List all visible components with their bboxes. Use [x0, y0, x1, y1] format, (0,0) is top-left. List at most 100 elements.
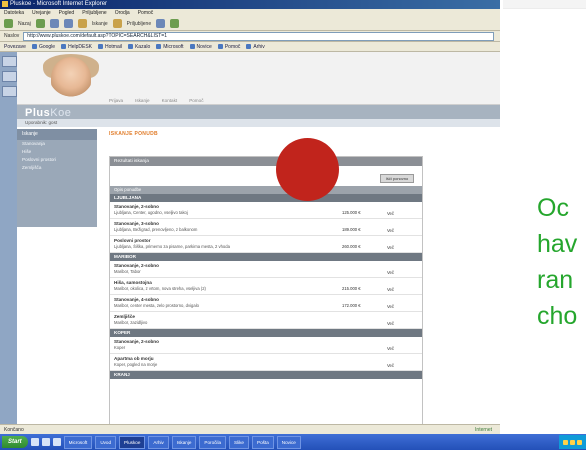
menu-favorites[interactable]: Priljubljene: [82, 9, 106, 17]
panel-title: Rezultati iskanja: [110, 157, 422, 166]
result-title: Stanovanje, 4-sobno: [114, 297, 159, 302]
link-item[interactable]: Microsoft: [156, 43, 184, 50]
browser-window: Pluskoe - Microsoft Internet Explorer Da…: [0, 0, 500, 450]
result-price: 172.000 €: [342, 303, 361, 308]
taskbar-button[interactable]: Slike: [229, 435, 249, 449]
system-tray: [559, 435, 586, 449]
print-icon[interactable]: [170, 19, 180, 28]
pointer-marker: [276, 138, 339, 201]
topnav-item[interactable]: Iskanje: [135, 98, 150, 103]
forward-icon[interactable]: [35, 19, 45, 28]
result-more-link[interactable]: Več: [387, 346, 394, 351]
result-title: Stanovanje, 2-sobno: [114, 263, 159, 268]
result-more-link[interactable]: Več: [387, 270, 394, 275]
toolbar: Nazaj Iskanje Priljubljene: [0, 17, 500, 31]
taskbar-button[interactable]: Pošta: [252, 435, 274, 449]
user-line: Uporabnik: gost: [17, 119, 500, 127]
menu-view[interactable]: Pogled: [59, 9, 75, 17]
topnav-item[interactable]: Prijava: [109, 98, 123, 103]
result-more-link[interactable]: Več: [387, 363, 394, 368]
results-list: LJUBLJANA Stanovanje, 2-sobno Ljubljana, C…: [110, 194, 422, 379]
taskbar-button[interactable]: Iskanje: [171, 435, 197, 449]
logo-sub: Koe: [50, 107, 72, 119]
taskbar-button[interactable]: Novice: [276, 435, 301, 449]
result-title: Apartma ob morju: [114, 356, 154, 361]
result-price: 260.000 €: [342, 244, 361, 249]
result-price: 189.000 €: [342, 227, 361, 232]
link-label: Novice: [196, 43, 212, 50]
back-icon[interactable]: [4, 19, 13, 28]
link-item[interactable]: Arhiv: [246, 44, 265, 50]
sidebar-item[interactable]: Stanovanja: [17, 140, 97, 148]
home-icon[interactable]: [77, 19, 87, 28]
taskbar: Start Microsoft Uvod Pluskoe Arhiv Iskan…: [0, 434, 586, 450]
address-input[interactable]: http://www.pluskoe.com/default.asp?TOPIC…: [23, 31, 494, 41]
status-text: Končano: [4, 427, 24, 433]
refresh-icon[interactable]: [63, 19, 73, 28]
explorer-item[interactable]: [2, 56, 17, 67]
tray-icon[interactable]: [577, 439, 582, 445]
site-header: Prijava Iskanje Kontakt Pomoč: [17, 52, 500, 105]
favorites-label[interactable]: Priljubljene: [127, 21, 151, 27]
link-item[interactable]: Novice: [189, 43, 212, 50]
tray-icon[interactable]: [563, 439, 568, 445]
search-again-button[interactable]: Išči ponovno: [380, 174, 414, 183]
site-logo[interactable]: PlusKoe: [25, 107, 71, 119]
results-section-header: KOPER: [110, 329, 422, 337]
sidebar-item[interactable]: Zemljišča: [17, 164, 97, 172]
links-bar: Povezave Google HelpDESK Hotmail Kazalo …: [0, 42, 500, 52]
link-item[interactable]: Pomoč: [217, 43, 240, 50]
result-more-link[interactable]: Več: [387, 211, 394, 216]
menu-edit[interactable]: Urejanje: [32, 9, 51, 17]
result-title: Zemljišče: [114, 314, 135, 319]
explorer-bar: [0, 52, 17, 424]
taskbar-button-active[interactable]: Pluskoe: [119, 435, 146, 449]
sidebar-item[interactable]: Poslovni prostori: [17, 156, 97, 164]
favorites-icon[interactable]: [112, 19, 122, 28]
link-label: Google: [38, 43, 56, 50]
link-icon: [217, 43, 223, 49]
slide-line: Oc: [537, 194, 569, 222]
top-nav: Prijava Iskanje Kontakt Pomoč: [109, 98, 204, 103]
link-item[interactable]: Google: [31, 43, 56, 50]
quicklaunch-icon[interactable]: [41, 438, 50, 446]
tray-icon[interactable]: [570, 439, 575, 445]
explorer-item[interactable]: [2, 71, 17, 82]
taskbar-button[interactable]: Microsoft: [63, 435, 93, 449]
address-bar: Naslov http://www.pluskoe.com/default.as…: [0, 31, 500, 42]
back-label[interactable]: Nazaj: [18, 21, 31, 27]
taskbar-button[interactable]: Poročila: [199, 435, 227, 449]
link-item[interactable]: Kazalo: [127, 44, 150, 50]
result-more-link[interactable]: Več: [387, 245, 394, 250]
link-item[interactable]: Hotmail: [98, 44, 122, 50]
result-title: Stanovanje, 3-sobno: [114, 221, 159, 226]
search-area: Išči ponovno: [110, 166, 422, 186]
stop-icon[interactable]: [49, 19, 59, 28]
result-title: Hiša, samostojna: [114, 280, 152, 285]
result-more-link[interactable]: Več: [387, 287, 394, 292]
quicklaunch-icon[interactable]: [30, 438, 39, 446]
result-row: Stanovanje, 4-sobno Maribor, center mesta…: [110, 295, 422, 312]
window-title: Pluskoe - Microsoft Internet Explorer: [10, 1, 108, 7]
result-more-link[interactable]: Več: [387, 228, 394, 233]
taskbar-button[interactable]: Arhiv: [148, 435, 169, 449]
link-item[interactable]: HelpDESK: [61, 44, 92, 50]
column-header: Opis ponudbe: [110, 186, 422, 194]
mail-icon[interactable]: [156, 19, 166, 28]
result-more-link[interactable]: Več: [387, 304, 394, 309]
search-label[interactable]: Iskanje: [92, 21, 108, 27]
result-row: Apartma ob morju Koper, pogled na morje Ve…: [110, 354, 422, 371]
menu-file[interactable]: Datoteka: [4, 9, 24, 17]
results-section-header: MARIBOR: [110, 253, 422, 261]
start-button[interactable]: Start: [2, 436, 28, 448]
quicklaunch-icon[interactable]: [52, 438, 61, 446]
explorer-item[interactable]: [2, 86, 17, 97]
topnav-item[interactable]: Pomoč: [189, 98, 203, 103]
link-icon: [156, 43, 162, 49]
topnav-item[interactable]: Kontakt: [162, 98, 178, 103]
menu-tools[interactable]: Orodja: [115, 9, 130, 17]
sidebar-item[interactable]: Hiše: [17, 148, 97, 156]
result-more-link[interactable]: Več: [387, 321, 394, 326]
menu-help[interactable]: Pomoč: [138, 9, 154, 17]
taskbar-button[interactable]: Uvod: [95, 435, 117, 449]
